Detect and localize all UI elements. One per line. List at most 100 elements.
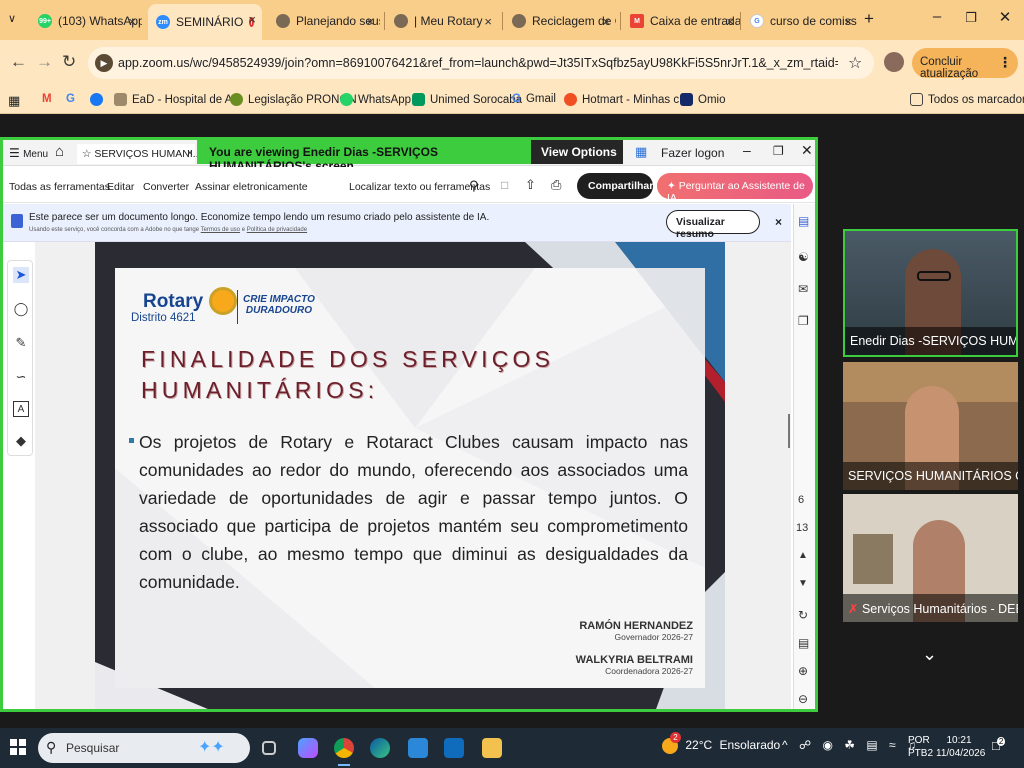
doc-tab[interactable]: ☆ SERVIÇOS HUMANI... × (77, 144, 202, 164)
page-down-icon[interactable]: ▼ (798, 578, 808, 589)
upload-icon[interactable]: ⇧ (525, 177, 536, 193)
convert-menu[interactable]: Converter (143, 181, 189, 193)
terms-link[interactable]: Termos de uso (201, 227, 240, 233)
grid-icon[interactable]: ▦ (635, 144, 647, 160)
pages-icon[interactable]: ❐ (798, 314, 809, 328)
all-tools-menu[interactable]: Todas as ferramentas (9, 181, 110, 193)
task-view-icon[interactable] (262, 741, 276, 755)
edit-menu[interactable]: Editar (107, 181, 134, 193)
url-text[interactable]: app.zoom.us/wc/9458524939/join?omn=86910… (118, 56, 838, 70)
reload-icon[interactable]: ↻ (62, 52, 76, 72)
bookmark-unimed[interactable]: Unimed Sorocaba (412, 93, 522, 106)
rotate-icon[interactable]: ↻ (798, 608, 808, 622)
tray-icons[interactable]: ^ ☍ ◉ ☘ ▤ ≈ ♫ (782, 738, 920, 752)
close-tab-icon[interactable]: × (128, 14, 136, 29)
bookmark-gmail[interactable]: G Gmail (512, 93, 556, 105)
bookmark-whatsapp[interactable]: WhatsApp (340, 93, 411, 106)
copilot-icon[interactable] (298, 738, 318, 758)
esign-menu[interactable]: Assinar eletronicamente (195, 181, 308, 193)
windows-start-icon[interactable] (10, 739, 26, 755)
restore-icon[interactable]: ❐ (956, 10, 986, 26)
current-page[interactable]: 6 (798, 494, 804, 506)
page-up-icon[interactable]: ▲ (798, 550, 808, 561)
view-options-button[interactable]: View Options ⌄ (531, 140, 623, 173)
weather-widget[interactable]: 2 22°C Ensolarado (662, 732, 780, 754)
back-icon[interactable]: ← (10, 52, 27, 72)
update-button[interactable]: Concluir atualização ⋮ (912, 48, 1018, 80)
bookmark-star-icon[interactable]: ☆ (848, 53, 862, 73)
clock[interactable]: 10:21 11/04/2026 (936, 734, 985, 760)
taskbar-search[interactable]: ⚲ Pesquisar ✦✦ (38, 733, 250, 763)
ai-panel-icon[interactable]: ▤ (798, 214, 809, 228)
close-notice-icon[interactable]: × (775, 215, 782, 229)
print-icon[interactable]: ⎙ (551, 177, 561, 193)
search-icon[interactable]: ⚲ (469, 178, 479, 194)
tab-planejando[interactable]: Planejando seus × (268, 6, 380, 36)
google-bookmark-icon[interactable]: G (66, 93, 75, 105)
select-cursor-icon[interactable]: ➤ (13, 267, 29, 283)
zoom-out-icon[interactable]: ⊖ (798, 692, 808, 706)
close-tab-icon[interactable]: × (248, 12, 256, 27)
document-icon[interactable]: ▤ (798, 636, 809, 650)
draw-icon[interactable]: ∽ (13, 369, 29, 385)
stamp-icon[interactable]: ◆ (13, 433, 29, 449)
text-box-icon[interactable]: A (13, 401, 29, 417)
forward-icon[interactable]: → (36, 52, 53, 72)
hamburger-menu-icon[interactable]: ☰ Menu (9, 146, 48, 160)
tab-reciclagem[interactable]: Reciclagem de C × (504, 6, 616, 36)
home-icon[interactable]: ⌂ (55, 143, 64, 160)
participant-tile-active[interactable]: Enedir Dias -SERVIÇOS HUMA... (843, 229, 1018, 357)
privacy-link[interactable]: Política de privacidade (247, 227, 307, 233)
close-window-icon[interactable]: ✕ (990, 8, 1020, 26)
apps-grid-icon[interactable]: ▦ (8, 93, 20, 109)
close-icon[interactable]: ✕ (801, 142, 813, 159)
minimize-icon[interactable]: – (922, 8, 952, 25)
tab-gmail[interactable]: M Caixa de entrada × (622, 6, 740, 36)
comments-icon[interactable]: ☯ (798, 250, 809, 264)
language-indicator[interactable]: POR PTB2 (908, 734, 933, 760)
address-bar[interactable]: ▶ app.zoom.us/wc/9458524939/join?omn=869… (88, 47, 874, 79)
restore-icon[interactable]: ❐ (773, 144, 784, 158)
tab-search-chevron-icon[interactable]: ∨ (8, 12, 16, 25)
tab-whatsapp[interactable]: 99+ (103) WhatsApp × (30, 6, 142, 36)
share-button[interactable]: Compartilhar (577, 173, 653, 199)
bookmark-omio[interactable]: Omio (680, 93, 725, 106)
close-tab-icon[interactable]: × (366, 14, 374, 29)
gmail-bookmark-icon[interactable]: M (42, 93, 52, 105)
participant-tile[interactable]: SERVIÇOS HUMANITÁRIOS Cla... (843, 362, 1018, 490)
outlook-icon[interactable] (444, 738, 464, 758)
file-explorer-icon[interactable] (482, 738, 502, 758)
tab-meu-rotary[interactable]: | Meu Rotary × (386, 6, 498, 36)
ask-ai-assistant-button[interactable]: ✦ Perguntar ao Assistente de IA (657, 173, 813, 204)
chrome-icon[interactable] (334, 738, 354, 758)
bookmark-ead[interactable]: EaD - Hospital de A... (114, 93, 242, 106)
facebook-bookmark-icon[interactable] (90, 93, 108, 106)
tab-seminario[interactable]: zm SEMINÁRIO × (148, 4, 262, 40)
tab-google-search[interactable]: G curso de comiss × (742, 6, 858, 36)
bookmark-hotmart[interactable]: Hotmart - Minhas c... (564, 93, 689, 106)
zoom-in-icon[interactable]: ⊕ (798, 664, 808, 678)
comment-icon[interactable]: ◯ (13, 301, 29, 317)
minimize-icon[interactable]: – (743, 142, 751, 158)
scroll-thumb[interactable] (788, 414, 790, 448)
save-icon[interactable]: □ (501, 178, 508, 192)
close-icon[interactable]: × (187, 147, 193, 159)
close-tab-icon[interactable]: × (602, 14, 610, 29)
more-menu-icon[interactable]: ⋮ (998, 54, 1012, 71)
profile-avatar[interactable] (884, 52, 904, 72)
close-tab-icon[interactable]: × (484, 14, 492, 29)
more-participants-chevron-icon[interactable]: ⌄ (922, 644, 937, 665)
new-tab-button[interactable]: + (864, 9, 874, 29)
close-tab-icon[interactable]: × (844, 14, 852, 29)
all-bookmarks[interactable]: Todos os marcadores (910, 93, 1024, 106)
bookmark-icon[interactable]: ✉ (798, 282, 808, 296)
participant-tile[interactable]: ✗ Serviços Humanitários - DEB... (843, 494, 1018, 622)
highlight-pen-icon[interactable]: ✎ (13, 335, 29, 351)
logon-link[interactable]: Fazer logon (661, 146, 724, 160)
close-tab-icon[interactable]: × (726, 14, 734, 29)
bookmark-pronon[interactable]: Legislação PRONON (230, 93, 357, 106)
store-icon[interactable] (408, 738, 428, 758)
view-summary-button[interactable]: Visualizar resumo (666, 210, 760, 240)
notification-icon[interactable]: □2 (992, 737, 1008, 753)
edge-icon[interactable] (370, 738, 390, 758)
